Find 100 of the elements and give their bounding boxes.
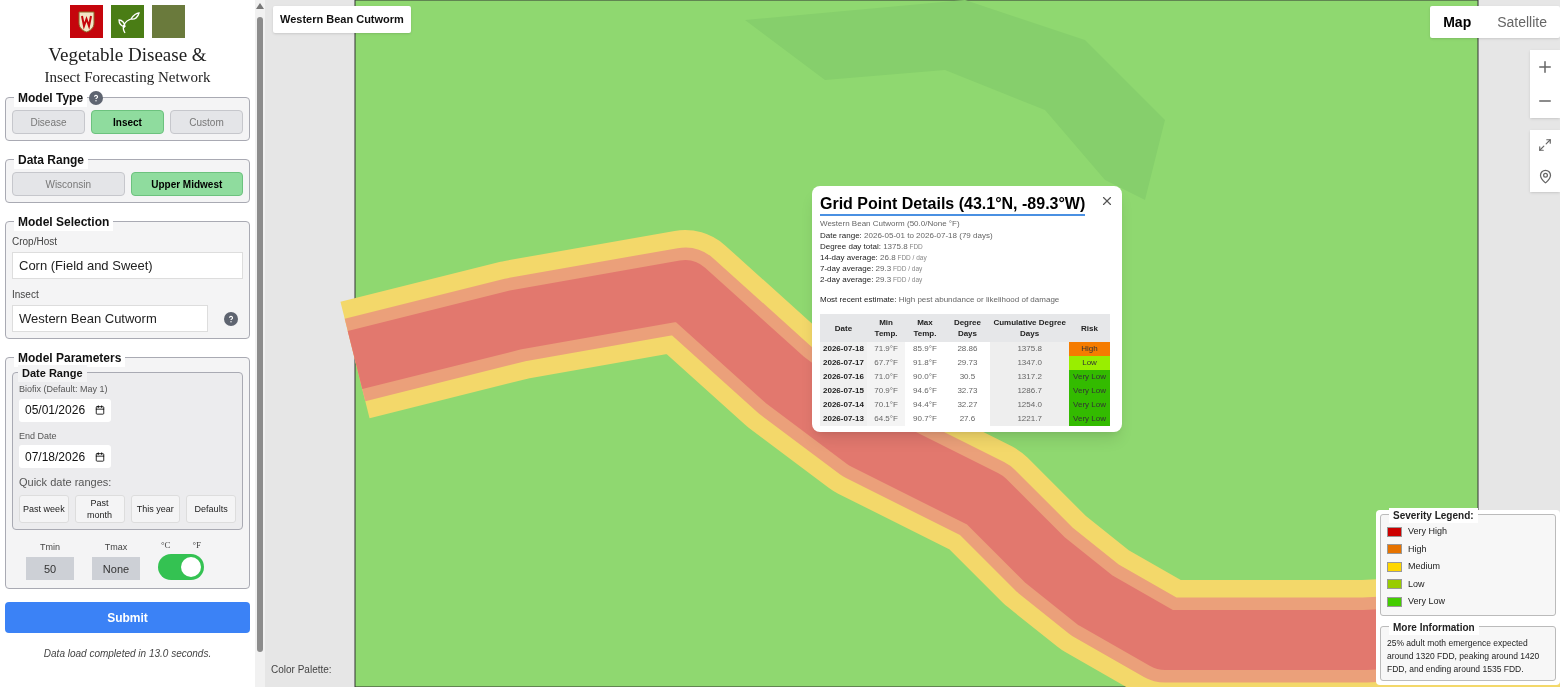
date-field[interactable]: 05/01/2026 <box>19 398 111 422</box>
table-cell: 32.27 <box>944 398 991 412</box>
table-cell: 94.4°F <box>905 398 945 412</box>
field-label: Crop/Host <box>12 235 58 249</box>
field-label: End Date <box>19 429 58 443</box>
table-cell: 1375.8 <box>990 342 1070 356</box>
zoom-in-icon[interactable] <box>1536 58 1554 76</box>
table-cell: 2026-07-13 <box>820 412 867 426</box>
shield-logo-icon <box>70 5 103 38</box>
table-cell: 28.86 <box>944 342 991 356</box>
column-header: Max Temp. <box>905 314 945 342</box>
table-cell: 70.1°F <box>866 398 906 412</box>
table-cell: 2026-07-14 <box>820 398 867 412</box>
risk-cell: Very Low <box>1069 412 1110 426</box>
table-cell: 2026-07-16 <box>820 370 867 384</box>
tmin-field[interactable]: 50 <box>26 557 74 580</box>
column-header: Min Temp. <box>866 314 906 342</box>
quick-range-button[interactable]: This year <box>130 494 181 523</box>
quick-range-button[interactable]: Past week <box>19 494 69 523</box>
risk-cell: Very Low <box>1069 370 1110 384</box>
column-header: Cumulative Degree Days <box>990 314 1070 342</box>
app-subtitle: Insect Forecasting Network <box>43 68 212 87</box>
column-header: Date <box>820 314 867 342</box>
map-type-tab[interactable]: Satellite <box>1484 6 1560 38</box>
map-type-tab[interactable]: Map <box>1430 6 1485 38</box>
popup-estimate: Most recent estimate: High pest abundance or likelihood of damage <box>820 294 1061 306</box>
status-message: Data load completed in 13.0 seconds. <box>42 647 213 661</box>
table-cell: 67.7°F <box>866 356 906 370</box>
help-icon[interactable] <box>224 311 238 326</box>
insect-select[interactable]: Western Bean Cutworm <box>12 305 208 332</box>
risk-cell: Low <box>1069 356 1110 370</box>
leaf-logo-icon <box>111 5 144 38</box>
unit-toggle[interactable] <box>158 554 204 580</box>
table-cell: 27.6 <box>944 412 991 426</box>
option-tab[interactable]: Wisconsin <box>12 172 125 196</box>
location-pin-icon[interactable] <box>1537 168 1553 184</box>
legend-label: Medium <box>1408 560 1440 573</box>
section-legend: Date Range <box>18 365 87 382</box>
table-cell: 85.9°F <box>905 342 945 356</box>
table-cell: 70.9°F <box>866 384 906 398</box>
calendar-icon <box>95 451 105 462</box>
scroll-up-icon[interactable] <box>256 3 264 9</box>
column-header: Risk <box>1069 314 1110 342</box>
column-header: Degree Days <box>944 314 991 342</box>
table-cell: 90.0°F <box>905 370 945 384</box>
table-cell: 1221.7 <box>990 412 1070 426</box>
field-label: Tmin <box>40 540 60 554</box>
date-field[interactable]: 07/18/2026 <box>19 445 111 468</box>
quick-ranges-label: Quick date ranges: <box>19 475 113 490</box>
celsius-label: °C <box>160 538 171 552</box>
submit-button[interactable]: Submit <box>5 602 250 633</box>
table-cell: 30.5 <box>944 370 991 384</box>
layer-title: Western Bean Cutworm <box>273 6 411 33</box>
popup-detail: Date range: 2026-05-01 to 2026-07-18 (79 days) <box>820 230 994 241</box>
fullscreen-icon[interactable] <box>1538 138 1552 153</box>
table-cell: 1347.0 <box>990 356 1070 370</box>
info-text: 25% adult moth emergence expected around 1320 FDD, peaking around 1420 FDD, and ending around 1535 FDD. <box>1387 636 1541 676</box>
table-cell: 64.5°F <box>866 412 906 426</box>
palette-label: Color Palette: <box>271 663 332 677</box>
table-cell: 71.9°F <box>866 342 906 356</box>
crop-select[interactable]: Corn (Field and Sweet) <box>12 252 243 279</box>
legend-label: Very High <box>1408 525 1448 538</box>
table-cell: 1254.0 <box>990 398 1070 412</box>
risk-cell: Very Low <box>1069 398 1110 412</box>
quick-range-button[interactable]: Defaults <box>186 494 236 523</box>
field-label: Insect <box>12 288 40 302</box>
photo-placeholder <box>152 5 185 38</box>
risk-cell: High <box>1069 342 1110 356</box>
popup-subtitle: Western Bean Cutworm (50.0/None °F) <box>820 218 961 230</box>
table-cell: 91.8°F <box>905 356 945 370</box>
table-cell: 71.0°F <box>866 370 906 384</box>
close-icon[interactable] <box>1100 194 1114 208</box>
option-tab[interactable]: Custom <box>170 110 243 134</box>
help-icon[interactable] <box>89 91 104 105</box>
app-title: Vegetable Disease & <box>47 43 208 67</box>
option-tab[interactable]: Insect <box>91 110 164 134</box>
tmax-field[interactable]: None <box>92 557 140 580</box>
table-cell: 90.7°F <box>905 412 945 426</box>
table-cell: 2026-07-17 <box>820 356 867 370</box>
calendar-icon <box>95 405 105 415</box>
table-cell: 32.73 <box>944 384 991 398</box>
option-tab[interactable]: Upper Midwest <box>130 172 243 196</box>
legend-label: Low <box>1408 577 1425 591</box>
popup-title: Grid Point Details (43.1°N, -89.3°W) <box>820 194 1086 216</box>
fahrenheit-label: °F <box>192 538 202 552</box>
table-cell: 2026-07-15 <box>820 384 867 398</box>
scrollbar[interactable] <box>255 0 265 687</box>
table-cell: 29.73 <box>944 356 991 370</box>
field-label: Tmax <box>104 540 128 554</box>
legend-title: Severity Legend: <box>1389 508 1478 523</box>
table-cell: 1286.7 <box>990 384 1070 398</box>
table-cell: 2026-07-18 <box>820 342 867 356</box>
option-tab[interactable]: Disease <box>12 110 85 134</box>
risk-cell: Very Low <box>1069 384 1110 398</box>
table-cell: 94.6°F <box>905 384 945 398</box>
field-label: Biofix (Default: May 1) <box>19 383 109 396</box>
quick-range-button[interactable]: Past month <box>74 494 125 523</box>
table-cell: 1317.2 <box>990 370 1070 384</box>
legend-label: Very Low <box>1408 595 1446 608</box>
legend-label: High <box>1408 542 1427 556</box>
